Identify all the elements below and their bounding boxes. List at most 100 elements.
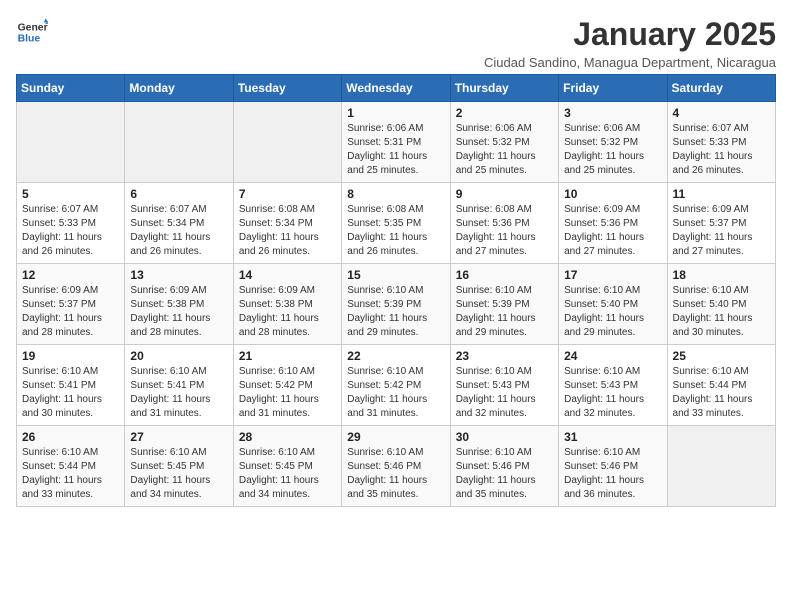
weekday-header-saturday: Saturday	[667, 75, 775, 102]
svg-text:General: General	[18, 22, 48, 33]
cell-info: Sunrise: 6:06 AMSunset: 5:31 PMDaylight:…	[347, 122, 444, 178]
calendar-header: SundayMondayTuesdayWednesdayThursdayFrid…	[17, 75, 776, 102]
cell-day-number: 14	[239, 268, 336, 282]
calendar-cell: 31Sunrise: 6:10 AMSunset: 5:46 PMDayligh…	[559, 426, 667, 507]
svg-text:Blue: Blue	[18, 34, 41, 45]
calendar-cell: 18 Sunrise: 6:10 AMSunset: 5:40 PMDayligh…	[667, 264, 775, 345]
calendar-cell: 30 Sunrise: 6:10 AMSunset: 5:46 PMDayligh…	[450, 426, 558, 507]
cell-info: Sunrise: 6:06 AMSunset: 5:32 PMDaylight:…	[564, 122, 661, 178]
cell-day-number: 4	[673, 106, 770, 120]
cell-day-number: 5	[22, 187, 119, 201]
cell-info: Sunrise: 6:09 AMSunset: 5:37 PMDaylight:…	[673, 203, 770, 259]
calendar-cell: 10 Sunrise: 6:09 AMSunset: 5:36 PMDayligh…	[559, 183, 667, 264]
calendar-cell: 24 Sunrise: 6:10 AMSunset: 5:43 PMDayligh…	[559, 345, 667, 426]
calendar-cell	[233, 102, 341, 183]
weekday-row: SundayMondayTuesdayWednesdayThursdayFrid…	[17, 75, 776, 102]
cell-info: Sunrise: 6:07 AMSunset: 5:34 PMDaylight:…	[130, 203, 227, 259]
cell-day-number: 7	[239, 187, 336, 201]
cell-day-number: 27	[130, 430, 227, 444]
calendar-cell: 12 Sunrise: 6:09 AMSunset: 5:37 PMDayligh…	[17, 264, 125, 345]
page-header: General Blue January 2025 Ciudad Sandino…	[16, 16, 776, 70]
calendar-subtitle: Ciudad Sandino, Managua Department, Nica…	[484, 55, 776, 70]
cell-day-number: 12	[22, 268, 119, 282]
calendar-cell: 3 Sunrise: 6:06 AMSunset: 5:32 PMDaylight…	[559, 102, 667, 183]
calendar-cell	[17, 102, 125, 183]
weekday-header-thursday: Thursday	[450, 75, 558, 102]
cell-day-number: 1	[347, 106, 444, 120]
cell-info: Sunrise: 6:06 AMSunset: 5:32 PMDaylight:…	[456, 122, 553, 178]
calendar-cell: 4 Sunrise: 6:07 AMSunset: 5:33 PMDaylight…	[667, 102, 775, 183]
cell-info: Sunrise: 6:10 AMSunset: 5:46 PMDaylight:…	[456, 446, 553, 502]
calendar-cell: 29Sunrise: 6:10 AMSunset: 5:46 PMDayligh…	[342, 426, 450, 507]
cell-day-number: 9	[456, 187, 553, 201]
calendar-cell: 27 Sunrise: 6:10 AMSunset: 5:45 PMDayligh…	[125, 426, 233, 507]
cell-day-number: 13	[130, 268, 227, 282]
title-block: January 2025 Ciudad Sandino, Managua Dep…	[484, 16, 776, 70]
week-row-2: 5 Sunrise: 6:07 AMSunset: 5:33 PMDaylight…	[17, 183, 776, 264]
calendar-cell: 6 Sunrise: 6:07 AMSunset: 5:34 PMDaylight…	[125, 183, 233, 264]
week-row-3: 12 Sunrise: 6:09 AMSunset: 5:37 PMDayligh…	[17, 264, 776, 345]
cell-day-number: 10	[564, 187, 661, 201]
cell-info: Sunrise: 6:10 AMSunset: 5:46 PMDaylight:…	[347, 446, 444, 502]
cell-info: Sunrise: 6:10 AMSunset: 5:43 PMDaylight:…	[564, 365, 661, 421]
calendar-cell	[667, 426, 775, 507]
calendar-cell: 5 Sunrise: 6:07 AMSunset: 5:33 PMDaylight…	[17, 183, 125, 264]
cell-day-number: 11	[673, 187, 770, 201]
cell-info: Sunrise: 6:08 AMSunset: 5:36 PMDaylight:…	[456, 203, 553, 259]
week-row-1: 1 Sunrise: 6:06 AMSunset: 5:31 PMDaylight…	[17, 102, 776, 183]
calendar-title: January 2025	[484, 16, 776, 53]
weekday-header-monday: Monday	[125, 75, 233, 102]
calendar-cell	[125, 102, 233, 183]
cell-day-number: 19	[22, 349, 119, 363]
logo-icon: General Blue	[16, 16, 48, 48]
cell-info: Sunrise: 6:08 AMSunset: 5:34 PMDaylight:…	[239, 203, 336, 259]
cell-info: Sunrise: 6:09 AMSunset: 5:36 PMDaylight:…	[564, 203, 661, 259]
cell-info: Sunrise: 6:10 AMSunset: 5:44 PMDaylight:…	[673, 365, 770, 421]
cell-info: Sunrise: 6:10 AMSunset: 5:41 PMDaylight:…	[22, 365, 119, 421]
weekday-header-wednesday: Wednesday	[342, 75, 450, 102]
calendar-cell: 1 Sunrise: 6:06 AMSunset: 5:31 PMDaylight…	[342, 102, 450, 183]
cell-info: Sunrise: 6:10 AMSunset: 5:45 PMDaylight:…	[130, 446, 227, 502]
calendar-cell: 11 Sunrise: 6:09 AMSunset: 5:37 PMDayligh…	[667, 183, 775, 264]
calendar-cell: 16Sunrise: 6:10 AMSunset: 5:39 PMDayligh…	[450, 264, 558, 345]
calendar-cell: 19 Sunrise: 6:10 AMSunset: 5:41 PMDayligh…	[17, 345, 125, 426]
cell-info: Sunrise: 6:09 AMSunset: 5:38 PMDaylight:…	[130, 284, 227, 340]
cell-info: Sunrise: 6:10 AMSunset: 5:41 PMDaylight:…	[130, 365, 227, 421]
calendar-cell: 22 Sunrise: 6:10 AMSunset: 5:42 PMDayligh…	[342, 345, 450, 426]
cell-info: Sunrise: 6:09 AMSunset: 5:38 PMDaylight:…	[239, 284, 336, 340]
cell-day-number: 28	[239, 430, 336, 444]
calendar-cell: 21 Sunrise: 6:10 AMSunset: 5:42 PMDayligh…	[233, 345, 341, 426]
calendar-cell: 13 Sunrise: 6:09 AMSunset: 5:38 PMDayligh…	[125, 264, 233, 345]
week-row-5: 26Sunrise: 6:10 AMSunset: 5:44 PMDayligh…	[17, 426, 776, 507]
cell-day-number: 30	[456, 430, 553, 444]
cell-day-number: 6	[130, 187, 227, 201]
calendar-cell: 23Sunrise: 6:10 AMSunset: 5:43 PMDayligh…	[450, 345, 558, 426]
calendar-body: 1 Sunrise: 6:06 AMSunset: 5:31 PMDaylight…	[17, 102, 776, 507]
cell-day-number: 17	[564, 268, 661, 282]
cell-info: Sunrise: 6:08 AMSunset: 5:35 PMDaylight:…	[347, 203, 444, 259]
week-row-4: 19 Sunrise: 6:10 AMSunset: 5:41 PMDayligh…	[17, 345, 776, 426]
cell-info: Sunrise: 6:10 AMSunset: 5:42 PMDaylight:…	[347, 365, 444, 421]
cell-info: Sunrise: 6:09 AMSunset: 5:37 PMDaylight:…	[22, 284, 119, 340]
cell-day-number: 3	[564, 106, 661, 120]
cell-info: Sunrise: 6:07 AMSunset: 5:33 PMDaylight:…	[22, 203, 119, 259]
cell-day-number: 15	[347, 268, 444, 282]
calendar-cell: 28Sunrise: 6:10 AMSunset: 5:45 PMDayligh…	[233, 426, 341, 507]
cell-info: Sunrise: 6:10 AMSunset: 5:44 PMDaylight:…	[22, 446, 119, 502]
cell-info: Sunrise: 6:10 AMSunset: 5:42 PMDaylight:…	[239, 365, 336, 421]
cell-info: Sunrise: 6:07 AMSunset: 5:33 PMDaylight:…	[673, 122, 770, 178]
calendar-cell: 9 Sunrise: 6:08 AMSunset: 5:36 PMDaylight…	[450, 183, 558, 264]
cell-day-number: 22	[347, 349, 444, 363]
cell-day-number: 18	[673, 268, 770, 282]
cell-info: Sunrise: 6:10 AMSunset: 5:46 PMDaylight:…	[564, 446, 661, 502]
calendar-table: SundayMondayTuesdayWednesdayThursdayFrid…	[16, 74, 776, 507]
cell-info: Sunrise: 6:10 AMSunset: 5:40 PMDaylight:…	[673, 284, 770, 340]
cell-day-number: 23	[456, 349, 553, 363]
cell-day-number: 2	[456, 106, 553, 120]
calendar-cell: 8Sunrise: 6:08 AMSunset: 5:35 PMDaylight…	[342, 183, 450, 264]
cell-day-number: 24	[564, 349, 661, 363]
cell-info: Sunrise: 6:10 AMSunset: 5:40 PMDaylight:…	[564, 284, 661, 340]
cell-info: Sunrise: 6:10 AMSunset: 5:39 PMDaylight:…	[347, 284, 444, 340]
cell-day-number: 21	[239, 349, 336, 363]
calendar-cell: 2 Sunrise: 6:06 AMSunset: 5:32 PMDaylight…	[450, 102, 558, 183]
